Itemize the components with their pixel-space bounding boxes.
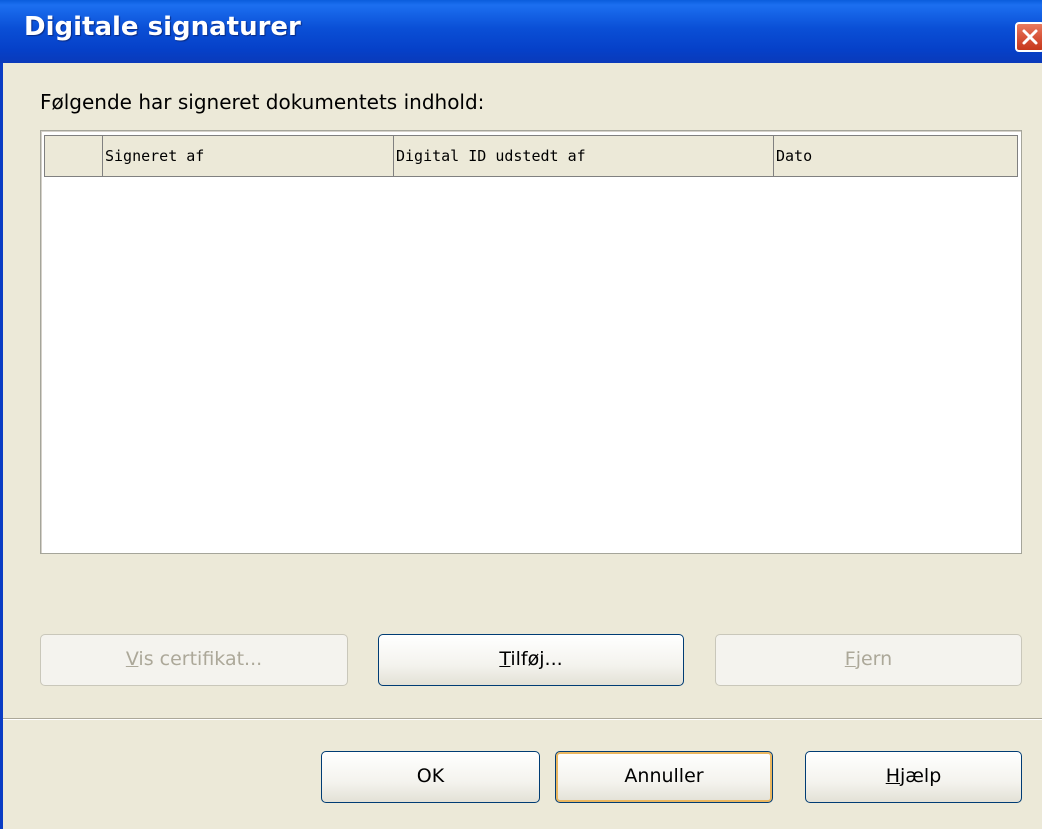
window-title: Digitale signaturer <box>24 12 301 42</box>
help-accel: H <box>885 765 900 787</box>
list-header: Signeret af Digital ID udstedt af Dato <box>44 135 1018 177</box>
remove-button[interactable]: Fjern <box>715 634 1022 686</box>
column-header-issued-by[interactable]: Digital ID udstedt af <box>394 136 774 176</box>
view-certificate-button[interactable]: Vis certifikat... <box>40 634 348 686</box>
help-label: jælp <box>900 765 942 787</box>
column-header-signed-by[interactable]: Signeret af <box>103 136 394 176</box>
add-label: ilføj... <box>510 648 563 670</box>
add-accel: T <box>499 648 511 670</box>
add-button[interactable]: Tilføj... <box>378 634 684 686</box>
column-header-status[interactable] <box>45 136 103 176</box>
close-icon <box>1022 29 1038 45</box>
signatures-heading: Følgende har signeret dokumentets indhol… <box>40 90 485 114</box>
help-button[interactable]: Hjælp <box>805 751 1022 803</box>
close-button[interactable] <box>1015 22 1042 52</box>
signatures-list[interactable]: Signeret af Digital ID udstedt af Dato <box>40 130 1022 554</box>
view-certificate-accel: V <box>125 648 139 670</box>
cancel-button[interactable]: Annuller <box>555 751 773 803</box>
remove-label: jern <box>855 648 893 670</box>
column-header-date[interactable]: Dato <box>774 136 1017 176</box>
title-bar[interactable]: Digitale signaturer <box>0 0 1042 63</box>
dialog-window: Digitale signaturer Følgende har signere… <box>0 0 1042 829</box>
footer-separator <box>3 718 1042 720</box>
view-certificate-label: is certifikat... <box>138 648 263 670</box>
ok-button[interactable]: OK <box>321 751 540 803</box>
remove-accel: F <box>844 648 856 670</box>
